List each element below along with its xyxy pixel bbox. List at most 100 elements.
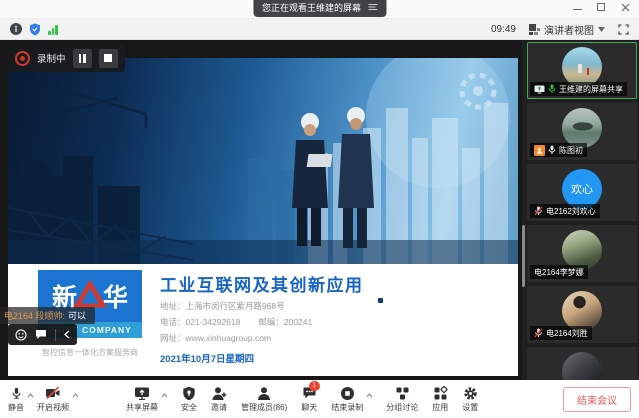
settings-button[interactable]: 设置: [460, 385, 480, 413]
phone-line: 电话：021-34292618 邮编：200241: [160, 316, 364, 328]
screen-share-icon: [534, 85, 545, 94]
chat-unread-badge: 1: [309, 381, 320, 391]
avatar: [562, 291, 602, 331]
recording-bar: 录制中: [8, 44, 125, 72]
stop-recording-label: 结束录制: [331, 402, 363, 413]
mic-muted-icon: [534, 206, 543, 216]
share-screen-button[interactable]: 共享屏幕: [124, 385, 160, 413]
gear-icon: [463, 385, 478, 401]
statusbar-right: 09:49 演讲者视图: [491, 22, 629, 37]
layout-icon: [529, 24, 540, 35]
meeting-info-icon[interactable]: [10, 23, 22, 35]
bottom-toolbar: 静音 开启视频 共享屏幕 安全: [0, 380, 639, 418]
logo-tagline: 智控信息一体化方案服务商: [38, 347, 142, 358]
chat-message-overlay: 电2164 段顺帅:可以: [0, 307, 95, 324]
window-controls: [572, 2, 631, 13]
camera-off-icon: [45, 385, 61, 401]
security-button[interactable]: 安全: [179, 385, 199, 413]
participant-tile[interactable]: 欢心 电2162刘欢心: [527, 164, 637, 221]
apps-button[interactable]: 应用: [430, 385, 450, 413]
zip-value: 200241: [284, 317, 312, 327]
apps-icon: [433, 385, 448, 401]
start-video-label: 开启视频: [37, 402, 69, 413]
participant-label: 电2162刘欢心: [530, 204, 600, 218]
share-options-chevron-icon[interactable]: [161, 393, 168, 398]
host-badge-icon: [534, 145, 545, 156]
apps-label: 应用: [432, 402, 448, 413]
mic-icon: [10, 385, 23, 401]
avatar: [562, 108, 602, 148]
participant-label: 陈图初: [530, 143, 587, 157]
close-button[interactable]: [620, 2, 631, 13]
phone-label: 电话：: [160, 317, 186, 327]
meeting-window: 您正在观看王维建的屏幕 09:49 演讲者视图: [0, 0, 639, 418]
mic-options-chevron-icon[interactable]: [27, 393, 34, 398]
network-signal-icon[interactable]: [48, 24, 58, 35]
laptop-shape: [307, 154, 333, 167]
mic-on-icon: [548, 84, 556, 94]
members-icon: [257, 385, 271, 401]
recording-options-chevron-icon[interactable]: [366, 393, 373, 398]
collapse-left-icon[interactable]: [64, 330, 70, 339]
avatar: [562, 352, 602, 382]
phone-value: 021-34292618: [186, 317, 241, 327]
manage-members-button[interactable]: 管理成员(86): [239, 385, 289, 413]
banner-menu-icon[interactable]: [368, 0, 377, 17]
minimize-button[interactable]: [572, 2, 583, 13]
participant-label: 王维建的屏幕共享: [530, 82, 627, 96]
maximize-button[interactable]: [596, 2, 607, 13]
breakout-rooms-button[interactable]: 分组讨论: [384, 385, 420, 413]
start-video-button[interactable]: 开启视频: [35, 385, 71, 413]
chat-sender: 电2164 段顺帅:: [4, 311, 65, 321]
invite-label: 邀请: [211, 402, 227, 413]
manage-members-label: 管理成员(86): [241, 402, 287, 413]
recording-dot-icon: [15, 51, 30, 66]
participant-tile[interactable]: 电2164李梦娜: [527, 225, 637, 282]
sidebar-scrollbar[interactable]: [522, 225, 525, 287]
end-meeting-button[interactable]: 结束会议: [563, 387, 631, 412]
participant-name: 电2164刘胜: [546, 328, 588, 339]
address-label: 地址：: [160, 301, 186, 311]
participant-label: 电2164刘胜: [530, 326, 592, 340]
invite-button[interactable]: 邀请: [209, 385, 229, 413]
stop-recording-toolbar-button[interactable]: 结束录制: [329, 385, 365, 413]
security-shield-icon[interactable]: [29, 23, 41, 36]
view-mode-switcher[interactable]: 演讲者视图: [529, 22, 605, 37]
chat-button[interactable]: 1 聊天: [299, 385, 319, 413]
presenter-pointer-dot: [378, 298, 383, 303]
mic-muted-icon: [534, 328, 543, 338]
slide-text-block: 工业互联网及其创新应用 地址：上海市闵行区紫月路968号 电话：021-3429…: [160, 271, 364, 365]
avatar: [562, 230, 602, 270]
participant-tile[interactable]: [527, 347, 637, 382]
slide-date: 2021年10月7日星期四: [160, 351, 364, 365]
participant-label: 电2164李梦娜: [530, 265, 588, 279]
mute-button[interactable]: 静音: [6, 385, 26, 413]
slide-title: 工业互联网及其创新应用: [160, 271, 364, 296]
website-line: 网址：www.xinhuagroup.com: [160, 332, 364, 344]
website-label: 网址：: [160, 333, 186, 343]
participant-tile-screen-share[interactable]: 王维建的屏幕共享: [527, 42, 637, 99]
chevron-down-icon: [598, 27, 605, 32]
participants-sidebar: 王维建的屏幕共享 陈图初 欢心 电2162刘欢心: [522, 40, 639, 382]
participant-tile[interactable]: 电2164刘胜: [527, 286, 637, 343]
zip-label: 邮编：: [258, 317, 284, 327]
mute-label: 静音: [8, 402, 24, 413]
breakout-rooms-label: 分组讨论: [386, 402, 418, 413]
pause-recording-button[interactable]: [73, 49, 92, 68]
video-options-chevron-icon[interactable]: [72, 393, 79, 398]
stop-record-icon: [340, 385, 355, 401]
emoji-icon[interactable]: [15, 329, 27, 341]
website-value: www.xinhuagroup.com: [186, 333, 272, 343]
fullscreen-icon[interactable]: [618, 24, 629, 35]
mic-on-icon: [548, 145, 556, 155]
status-bar: 09:49 演讲者视图: [0, 19, 639, 40]
invite-person-icon: [211, 385, 227, 401]
chat-bubble-icon[interactable]: [35, 329, 47, 340]
participant-tile[interactable]: 陈图初: [527, 103, 637, 160]
recording-status-label: 录制中: [37, 51, 66, 65]
slide-banner-image: [8, 58, 518, 264]
avatar: [562, 47, 602, 87]
stop-recording-button[interactable]: [99, 49, 118, 68]
address-line: 地址：上海市闵行区紫月路968号: [160, 300, 364, 312]
share-screen-icon: [134, 385, 150, 401]
